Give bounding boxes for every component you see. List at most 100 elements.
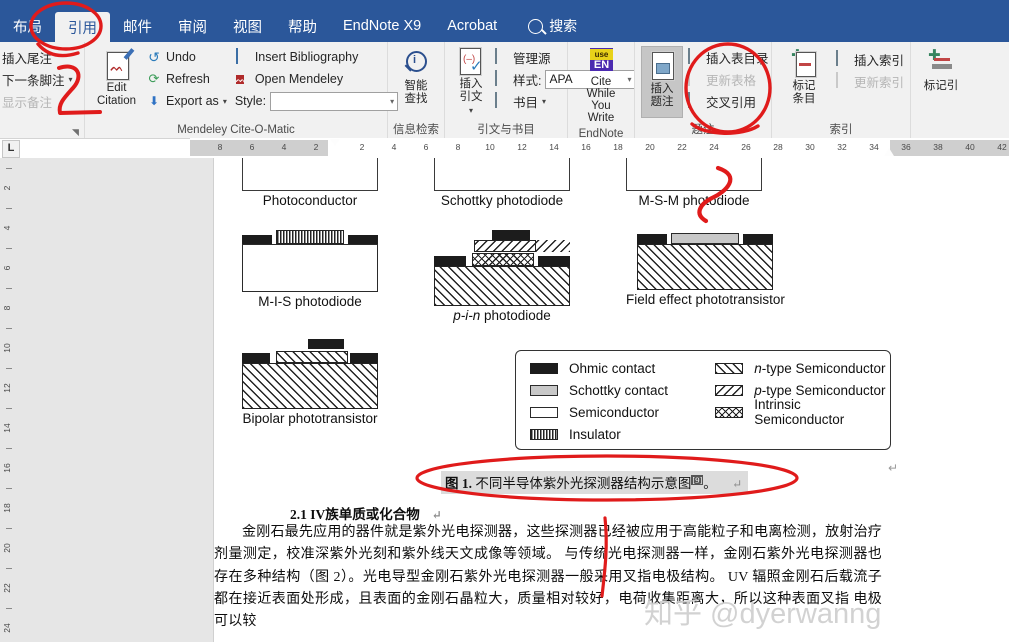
semiconductor-swatch-icon bbox=[530, 406, 558, 418]
undo-button[interactable]: ↺ Undo bbox=[146, 46, 227, 68]
p-type-swatch-icon bbox=[715, 384, 744, 396]
legend-label: n-type Semiconductor bbox=[754, 361, 885, 376]
cross-reference-button[interactable]: 交叉引用 bbox=[686, 90, 769, 112]
mark-citation-icon: ✚ bbox=[928, 48, 954, 78]
refresh-button[interactable]: ⟳ Refresh bbox=[146, 68, 227, 90]
edit-citation-button[interactable]: ᨓ Edit Citation bbox=[91, 46, 142, 110]
tab-references[interactable]: 引用 bbox=[55, 12, 110, 42]
smart-lookup-label-line2: 查找 bbox=[404, 93, 428, 105]
chevron-down-icon[interactable]: ▾ bbox=[469, 104, 473, 117]
tab-view[interactable]: 视图 bbox=[220, 10, 275, 42]
ruler-tick: 40 bbox=[965, 142, 975, 152]
n-type-swatch-icon bbox=[715, 362, 744, 374]
export-as-label: Export as bbox=[166, 94, 219, 108]
bibliography-label: 书目 bbox=[513, 95, 539, 110]
ruler-tick: 18 bbox=[2, 503, 12, 513]
footnotes-dialog-launcher-icon[interactable]: ◥ bbox=[72, 128, 81, 137]
smart-lookup-button[interactable]: i 智能 查找 bbox=[394, 46, 438, 108]
tab-stop-selector[interactable]: L bbox=[2, 140, 20, 158]
paragraph-mark: ↵ bbox=[431, 508, 442, 522]
ruler-tick: 28 bbox=[773, 142, 783, 152]
ruler-tick: 4 bbox=[2, 225, 12, 231]
information-retrieval-group-label: 信息检索 bbox=[393, 124, 439, 136]
ohmic-contact-swatch-icon bbox=[530, 362, 558, 374]
section-heading[interactable]: 2.1 IV族单质或化合物 ↵ bbox=[290, 503, 442, 523]
insert-endnote-button[interactable]: 插入尾注 bbox=[2, 46, 52, 68]
next-footnote-label: 下一条脚注 bbox=[2, 73, 65, 88]
insert-table-of-figures-button[interactable]: 插入表目录 bbox=[686, 46, 769, 68]
tab-review[interactable]: 审阅 bbox=[165, 10, 220, 42]
vertical-ruler[interactable]: 2 4 6 8 10 12 14 16 18 20 22 24 bbox=[0, 158, 18, 642]
insert-citation-icon: (–) ✓ bbox=[457, 48, 485, 76]
tab-endnote-x9[interactable]: EndNote X9 bbox=[330, 10, 434, 42]
ruler-tick: 6 bbox=[423, 142, 429, 152]
device-mis-photodiode: M-I-S photodiode bbox=[242, 230, 378, 323]
cross-reference-label: 交叉引用 bbox=[706, 95, 757, 110]
ribbon: 插入尾注 下一条脚注 ▾ 显示备注 ◥ ᨓ Edit Citation ↺ Un… bbox=[0, 42, 1009, 140]
first-line-indent-marker[interactable] bbox=[330, 139, 341, 157]
document-page[interactable]: Photoconductor Schottky photodiode M-S-M… bbox=[214, 158, 1009, 642]
mark-citation-button[interactable]: ✚ 标记引 bbox=[917, 46, 965, 95]
show-notes-button[interactable]: 显示备注 bbox=[2, 90, 52, 112]
ribbon-group-information-retrieval: i 智能 查找 信息检索 bbox=[388, 42, 445, 138]
citations-bibliography-group-label: 引文与书目 bbox=[477, 124, 535, 136]
ruler-tick: 12 bbox=[2, 383, 12, 393]
figure-image[interactable]: Photoconductor Schottky photodiode M-S-M… bbox=[232, 158, 902, 450]
figure-caption[interactable]: 图 1. 不同半导体紫外光探测器结构示意图[9]。 ↵ bbox=[441, 471, 749, 494]
captions-group-label: 题注 bbox=[691, 124, 715, 136]
insert-caption-icon bbox=[648, 51, 676, 81]
chevron-down-icon[interactable]: ▾ bbox=[223, 97, 227, 106]
update-table-button: 更新表格 bbox=[686, 68, 769, 90]
chevron-down-icon[interactable]: ▾ bbox=[542, 97, 546, 106]
mark-entry-button[interactable]: ✚ 标记 条目 bbox=[778, 46, 830, 108]
tab-layout[interactable]: 布局 bbox=[0, 10, 55, 42]
device-caption: M-I-S photodiode bbox=[258, 294, 362, 309]
search-box[interactable]: 搜索 bbox=[528, 10, 577, 42]
insert-bibliography-button[interactable]: Insert Bibliography bbox=[235, 46, 398, 68]
ruler-tick: 8 bbox=[455, 142, 461, 152]
open-mendeley-button[interactable]: ᨓ Open Mendeley bbox=[235, 68, 398, 90]
cwyw-label-line2: You Write bbox=[587, 100, 615, 124]
legend-item-ohmic-contact: Ohmic contact bbox=[530, 359, 715, 377]
mendeley-style-dropdown[interactable]: ▾ bbox=[270, 91, 399, 111]
ruler-tick: 8 bbox=[2, 305, 12, 311]
insert-citation-button[interactable]: (–) ✓ 插入引文 ▾ bbox=[451, 46, 491, 119]
ruler-tick: 26 bbox=[741, 142, 751, 152]
tab-help[interactable]: 帮助 bbox=[275, 10, 330, 42]
cwyw-label-line1: Cite While bbox=[586, 76, 616, 100]
ruler-tick: 42 bbox=[997, 142, 1007, 152]
ruler-tick: 2 bbox=[313, 142, 319, 152]
refresh-icon: ⟳ bbox=[148, 71, 160, 86]
cite-while-you-write-button[interactable]: use EN Cite While You Write bbox=[574, 46, 628, 126]
insert-caption-label: 插入题注 bbox=[650, 83, 674, 108]
insert-table-of-figures-label: 插入表目录 bbox=[706, 51, 769, 66]
update-table-icon bbox=[686, 70, 702, 87]
export-as-button[interactable]: ⬇ Export as ▾ bbox=[146, 90, 227, 112]
device-caption: Schottky photodiode bbox=[440, 193, 564, 208]
device-msm-photodiode: M-S-M photodiode bbox=[626, 158, 762, 208]
ruler-mark bbox=[6, 448, 12, 449]
insert-index-button[interactable]: 插入索引 bbox=[834, 48, 904, 70]
horizontal-ruler[interactable]: 8 6 4 2 2 4 6 8 10 12 14 16 18 20 22 24 26 28 30 32 34 36 38 40… bbox=[190, 138, 1009, 159]
show-notes-label: 显示备注 bbox=[2, 95, 53, 110]
smart-lookup-label-line1: 智能 bbox=[404, 80, 428, 92]
ruler-tick: 34 bbox=[869, 142, 879, 152]
update-index-button: 更新索引 bbox=[834, 70, 904, 92]
style-label: 样式: bbox=[513, 73, 542, 88]
ruler-mark bbox=[6, 568, 12, 569]
ribbon-group-captions: 插入题注 插入表目录 更新表格 交叉引用 题注 bbox=[635, 42, 772, 138]
insert-index-label: 插入索引 bbox=[853, 53, 904, 68]
tab-acrobat[interactable]: Acrobat bbox=[434, 10, 510, 42]
ruler-tick: 6 bbox=[2, 265, 12, 271]
left-margin-zone[interactable] bbox=[190, 140, 328, 156]
right-indent-marker[interactable] bbox=[884, 148, 894, 156]
insert-caption-button[interactable]: 插入题注 bbox=[641, 46, 683, 118]
mark-citation-label: 标记引 bbox=[923, 80, 959, 92]
tab-mailings[interactable]: 邮件 bbox=[110, 10, 165, 42]
figure-caption-citation: [9] bbox=[691, 474, 704, 485]
chevron-down-icon[interactable]: ▾ bbox=[69, 75, 73, 84]
ruler-tick: 10 bbox=[485, 142, 495, 152]
endnote-icon-en-text: EN bbox=[593, 59, 610, 71]
next-footnote-button[interactable]: 下一条脚注 ▾ bbox=[2, 68, 73, 90]
mark-entry-label-line1: 标记 bbox=[792, 80, 816, 92]
